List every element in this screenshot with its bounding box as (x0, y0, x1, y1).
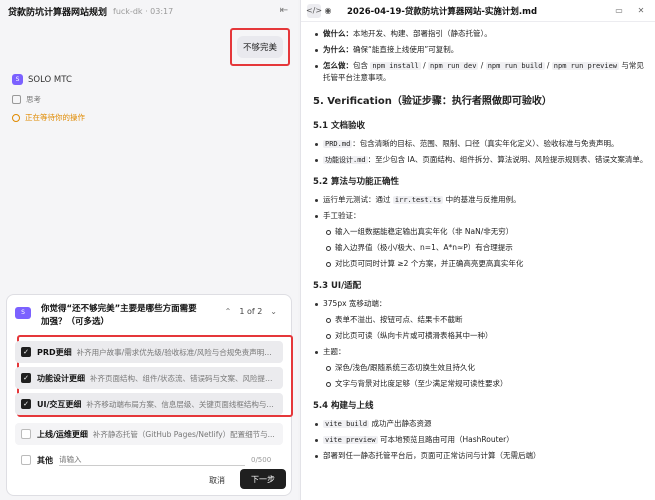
list-item: 做什么：本地开发、构建、部署指引（静态托管）。 (313, 28, 648, 40)
code-view-icon[interactable]: </> (306, 3, 322, 18)
chat-pane: 贷款防坑计算器网站规划 fuck-dk · 03:17 ⇤ 不够完美 S SOL… (0, 0, 298, 500)
option-other[interactable]: 其他 0/500 (15, 449, 285, 471)
sub-list-item: 表单不溢出、按钮可点、结果卡不截断 (313, 314, 648, 326)
option-prd[interactable]: ✓ PRD更细 补齐用户故事/需求优先级/验收标准/风险与合规免责声明等细节 (15, 341, 283, 363)
other-label: 其他 (37, 455, 53, 465)
question-card: S 你觉得“还不够完美”主要是哪些方面需要加强？（可多选） ⌃ 1 of 2 ⌄… (6, 294, 293, 496)
chevron-down-icon[interactable]: ⌄ (270, 307, 277, 316)
option-label: PRD更细 (37, 347, 72, 357)
option-label: 上线/运维更细 (37, 429, 88, 439)
sub-list-item: 对比页可读（纵向卡片或可横滑表格其中一种） (313, 330, 648, 342)
list-item: 运行单元测试：通过 irr.test.ts 中的基准与反推用例。 (313, 194, 648, 206)
checkbox-unchecked-icon[interactable] (21, 429, 31, 439)
thinking-icon (12, 95, 21, 104)
clock-icon (12, 113, 20, 122)
sub-list-item: 深色/浅色/跟随系统三态切换生效且持久化 (313, 362, 648, 374)
sub-list-item: 对比页可同时计算 ≥2 个方案，并正确高亮更高真实年化 (313, 258, 648, 270)
next-button[interactable]: 下一步 (240, 469, 286, 489)
list-item: 手工验证： (313, 210, 648, 222)
thinking-label: 思考 (26, 95, 41, 104)
option-feature-design[interactable]: ✓ 功能设计更细 补齐页面结构、组件/状态流、错误码与文案、风险提示规则... (15, 367, 283, 389)
list-item: 功能设计.md ：至少包含 IA、页面结构、组件拆分、算法说明、风险提示规则表、错… (313, 154, 648, 166)
editor-pane: </> ◉ 2026-04-19-贷款防坑计算器网站-实施计划.md ▭ ✕ 做… (300, 0, 655, 500)
waiting-status: 正在等待你的操作 (12, 112, 85, 123)
pager-label: 1 of 2 (239, 307, 263, 316)
list-item: 375px 宽移动端： (313, 298, 648, 310)
checkbox-checked-icon[interactable]: ✓ (21, 399, 31, 409)
markdown-preview: 做什么：本地开发、构建、部署指引（静态托管）。 为什么：确保“能直接上线使用”可… (313, 28, 648, 466)
preview-eye-icon[interactable]: ◉ (321, 4, 335, 18)
list-item: 主题： (313, 346, 648, 358)
close-icon[interactable]: ✕ (634, 4, 648, 18)
char-counter: 0/500 (251, 456, 272, 464)
agent-avatar-icon: S (12, 74, 23, 85)
chat-title: 贷款防坑计算器网站规划 (8, 7, 108, 18)
option-desc: 补齐用户故事/需求优先级/验收标准/风险与合规免责声明等细节 (76, 347, 277, 357)
option-desc: 补齐页面结构、组件/状态流、错误码与文案、风险提示规则... (90, 373, 277, 383)
agent-avatar-icon: S (15, 307, 31, 319)
editor-header: </> ◉ 2026-04-19-贷款防坑计算器网站-实施计划.md ▭ ✕ (301, 0, 655, 22)
waiting-label: 正在等待你的操作 (25, 113, 85, 122)
chat-meta: fuck-dk · 03:17 (113, 6, 174, 16)
user-message-bubble: 不够完美 (236, 36, 283, 58)
list-item: 部署到任一静态托管平台后，页面可正常访问与计算（无需后端） (313, 450, 648, 462)
file-title: 2026-04-19-贷款防坑计算器网站-实施计划.md (347, 6, 538, 17)
list-item: PRD.md ：包含清晰的目标、范围、限制、口径（真实年化定义）、验收标准与免责声… (313, 138, 648, 150)
question-pager: ⌃ 1 of 2 ⌄ (221, 307, 281, 316)
section-heading: 5. Verification（验证步骤：执行者照做即可验收） (313, 96, 552, 107)
subsection-heading: 5.2 算法与功能正确性 (313, 177, 400, 187)
option-desc: 补齐静态托管（GitHub Pages/Netlify）配置细节与... (92, 429, 275, 439)
checkbox-checked-icon[interactable]: ✓ (21, 347, 31, 357)
highlight-box-user-message: 不够完美 (230, 28, 290, 66)
option-ops[interactable]: 上线/运维更细 补齐静态托管（GitHub Pages/Netlify）配置细节… (15, 423, 283, 445)
list-item: vite preview 可本地预览且路由可用（HashRouter） (313, 434, 648, 446)
checkbox-unchecked-icon[interactable] (21, 455, 31, 465)
agent-header: S SOLO MTC (12, 74, 72, 85)
list-item: 怎么做：包含 npm install / npm run dev / npm r… (313, 60, 648, 84)
option-desc: 补齐移动端布局方案、信息层级、关键页面线框结构与文案... (86, 399, 277, 409)
collapse-panel-icon[interactable]: ⇤ (278, 5, 290, 17)
option-label: UI/交互更细 (37, 399, 82, 409)
checkbox-checked-icon[interactable]: ✓ (21, 373, 31, 383)
chat-header: 贷款防坑计算器网站规划 fuck-dk · 03:17 ⇤ (0, 0, 298, 22)
question-text: 你觉得“还不够完美”主要是哪些方面需要加强？（可多选） (41, 304, 197, 327)
agent-name: SOLO MTC (28, 74, 72, 85)
sub-list-item: 文字与背景对比度足够（至少满足常规可读性要求） (313, 378, 648, 390)
other-input[interactable] (59, 454, 245, 466)
subsection-heading: 5.3 UI/适配 (313, 281, 362, 291)
list-item: vite build 成功产出静态资源 (313, 418, 648, 430)
subsection-heading: 5.1 文档验收 (313, 121, 366, 131)
chevron-up-icon[interactable]: ⌃ (225, 307, 232, 316)
list-item: 为什么：确保“能直接上线使用”可复制。 (313, 44, 648, 56)
thinking-toggle[interactable]: 思考 (12, 94, 41, 105)
window-icon[interactable]: ▭ (612, 4, 626, 18)
sub-list-item: 输入一组数据能稳定输出真实年化（非 NaN/非无穷） (313, 226, 648, 238)
cancel-button[interactable]: 取消 (200, 471, 234, 489)
option-label: 功能设计更细 (37, 373, 85, 383)
subsection-heading: 5.4 构建与上线 (313, 401, 374, 411)
option-ui[interactable]: ✓ UI/交互更细 补齐移动端布局方案、信息层级、关键页面线框结构与文案... (15, 393, 283, 415)
sub-list-item: 输入边界值（极小/极大、n=1、A*n≈P）有合理提示 (313, 242, 648, 254)
